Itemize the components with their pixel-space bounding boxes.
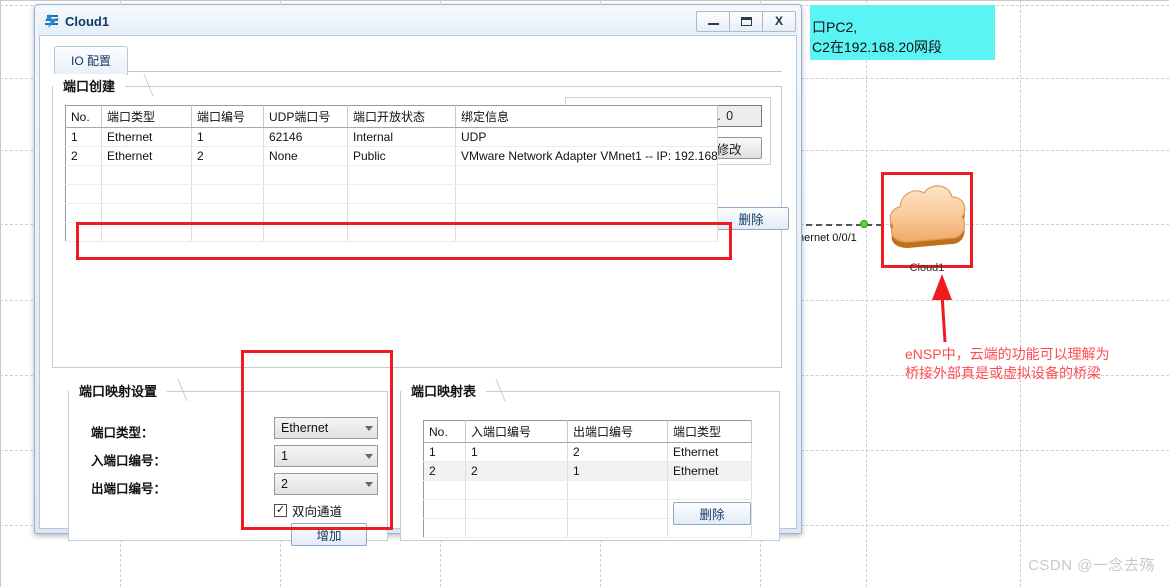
in-port-value: 1 — [281, 449, 288, 463]
cell-inport: 2 — [465, 461, 568, 481]
cell-no: 1 — [423, 442, 466, 462]
arrow-to-cloud-icon — [932, 274, 952, 343]
checkbox-checked-icon: ✓ — [274, 504, 287, 517]
col-inport: 入端口编号 — [465, 420, 568, 443]
window-title: Cloud1 — [65, 13, 110, 29]
cell-no: 2 — [423, 461, 466, 481]
map-settings-title: 端口映射设置 — [69, 379, 168, 401]
window-controls: X — [696, 10, 798, 32]
col-binding: 绑定信息 — [455, 105, 718, 128]
map-table-title: 端口映射表 — [401, 379, 487, 401]
grid-line — [866, 0, 867, 587]
in-port-select[interactable]: 1 — [274, 445, 378, 467]
cell-portno: 2 — [191, 146, 264, 166]
cell-porttype: Ethernet — [667, 442, 752, 462]
cell-udpport: 62146 — [263, 127, 348, 147]
table-row-empty[interactable] — [65, 165, 718, 185]
col-portno: 端口编号 — [191, 105, 264, 128]
cloud-device-icon — [45, 14, 59, 28]
cell-binding: VMware Network Adapter VMnet1 -- IP: 192… — [455, 146, 718, 166]
out-port-value: 2 — [281, 477, 288, 491]
table-row[interactable]: 2 2 1 Ethernet — [423, 461, 752, 481]
maximize-icon — [740, 16, 752, 26]
col-porttype: 端口类型 — [101, 105, 192, 128]
cell-openstate: Public — [347, 146, 456, 166]
col-porttype: 端口类型 — [667, 420, 752, 443]
port-create-group: 端口创建 绑定信息： UDP 警告： 请勿绑定公网网卡，否则可能会引起网络瘫痪。… — [52, 74, 789, 368]
cell-no: 2 — [65, 146, 102, 166]
link-status-dot-icon — [860, 220, 868, 228]
table-header-row: No. 入端口编号 出端口编号 端口类型 — [423, 420, 752, 443]
watermark: CSDN @一念去殇 — [1028, 557, 1155, 574]
col-no: No. — [423, 420, 466, 443]
map-delete-button[interactable]: 删除 — [673, 502, 751, 525]
annotation-cyan-note: 口PC2, C2在192.168.20网段 — [810, 5, 995, 60]
tab-bar: IO 配置 — [54, 46, 796, 75]
chevron-down-icon — [365, 481, 373, 487]
chevron-down-icon — [365, 453, 373, 459]
close-button[interactable]: X — [762, 10, 796, 32]
delete-port-button[interactable]: 删除 — [713, 207, 789, 230]
window-title-bar[interactable]: Cloud1 X — [38, 8, 798, 34]
table-row-empty[interactable] — [65, 203, 718, 223]
col-no: No. — [65, 105, 102, 128]
chevron-down-icon — [365, 425, 373, 431]
cell-portno: 1 — [191, 127, 264, 147]
cloud-highlight-box — [881, 172, 973, 268]
col-openstate: 端口开放状态 — [347, 105, 456, 128]
cell-porttype: Ethernet — [101, 146, 192, 166]
cell-udpport: None — [263, 146, 348, 166]
close-icon: X — [774, 14, 783, 28]
cell-porttype: Ethernet — [667, 461, 752, 481]
port-create-title: 端口创建 — [53, 74, 126, 96]
col-udpport: UDP端口号 — [263, 105, 348, 128]
in-port-label: 入端口编号： — [91, 454, 167, 468]
cell-binding: UDP — [455, 127, 718, 147]
table-row-empty[interactable] — [65, 222, 718, 242]
map-port-type-label: 端口类型： — [91, 426, 154, 440]
map-port-type-value: Ethernet — [281, 421, 329, 435]
link-interface-label: thernet 0/0/1 — [795, 232, 857, 244]
grid-line — [1020, 0, 1021, 587]
table-row[interactable]: 2 Ethernet 2 None Public VMware Network … — [65, 146, 718, 166]
cell-outport: 1 — [567, 461, 668, 481]
tab-underline — [54, 71, 782, 72]
out-port-select[interactable]: 2 — [274, 473, 378, 495]
annotation-ensp-note: eNSP中，云端的功能可以理解为 桥接外部真是或虚拟设备的桥梁 — [905, 346, 1110, 381]
bidirectional-checkbox[interactable]: ✓ 双向通道 — [274, 501, 342, 520]
tab-io-config[interactable]: IO 配置 — [54, 46, 129, 75]
table-row-empty[interactable] — [423, 480, 752, 500]
col-outport: 出端口编号 — [567, 420, 668, 443]
map-settings-group: 端口映射设置 端口类型： Ethernet 入端口编号： 1 出端口编号： 2 … — [68, 379, 388, 546]
map-port-type-select[interactable]: Ethernet — [274, 417, 378, 439]
cell-outport: 2 — [567, 442, 668, 462]
table-row-empty[interactable] — [65, 184, 718, 204]
minimize-button[interactable] — [696, 10, 730, 32]
table-header-row: No. 端口类型 端口编号 UDP端口号 端口开放状态 绑定信息 — [65, 105, 718, 128]
group-tab-edge — [126, 74, 154, 96]
cell-porttype: Ethernet — [101, 127, 192, 147]
bidirectional-label: 双向通道 — [292, 505, 343, 519]
window-content: IO 配置 端口创建 绑定信息： UDP 警告： 请勿绑定公网网卡，否则可能会引… — [39, 35, 797, 546]
cloud-config-window: Cloud1 X IO 配置 端口创建 绑定信息： UDP 警告： 请勿绑定公网… — [34, 4, 802, 546]
minimize-icon — [707, 23, 719, 25]
table-row[interactable]: 1 Ethernet 1 62146 Internal UDP — [65, 127, 718, 147]
ports-table[interactable]: No. 端口类型 端口编号 UDP端口号 端口开放状态 绑定信息 1 Ether… — [65, 105, 718, 242]
topology-link[interactable] — [796, 224, 882, 227]
map-table-group: 端口映射表 No. 入端口编号 出端口编号 端口类型 1 1 2 Etherne… — [400, 379, 780, 541]
map-add-button[interactable]: 增加 — [291, 523, 367, 546]
table-row[interactable]: 1 1 2 Ethernet — [423, 442, 752, 462]
cell-no: 1 — [65, 127, 102, 147]
out-port-label: 出端口编号： — [91, 482, 167, 496]
maximize-button[interactable] — [729, 10, 763, 32]
cell-inport: 1 — [465, 442, 568, 462]
cell-openstate: Internal — [347, 127, 456, 147]
